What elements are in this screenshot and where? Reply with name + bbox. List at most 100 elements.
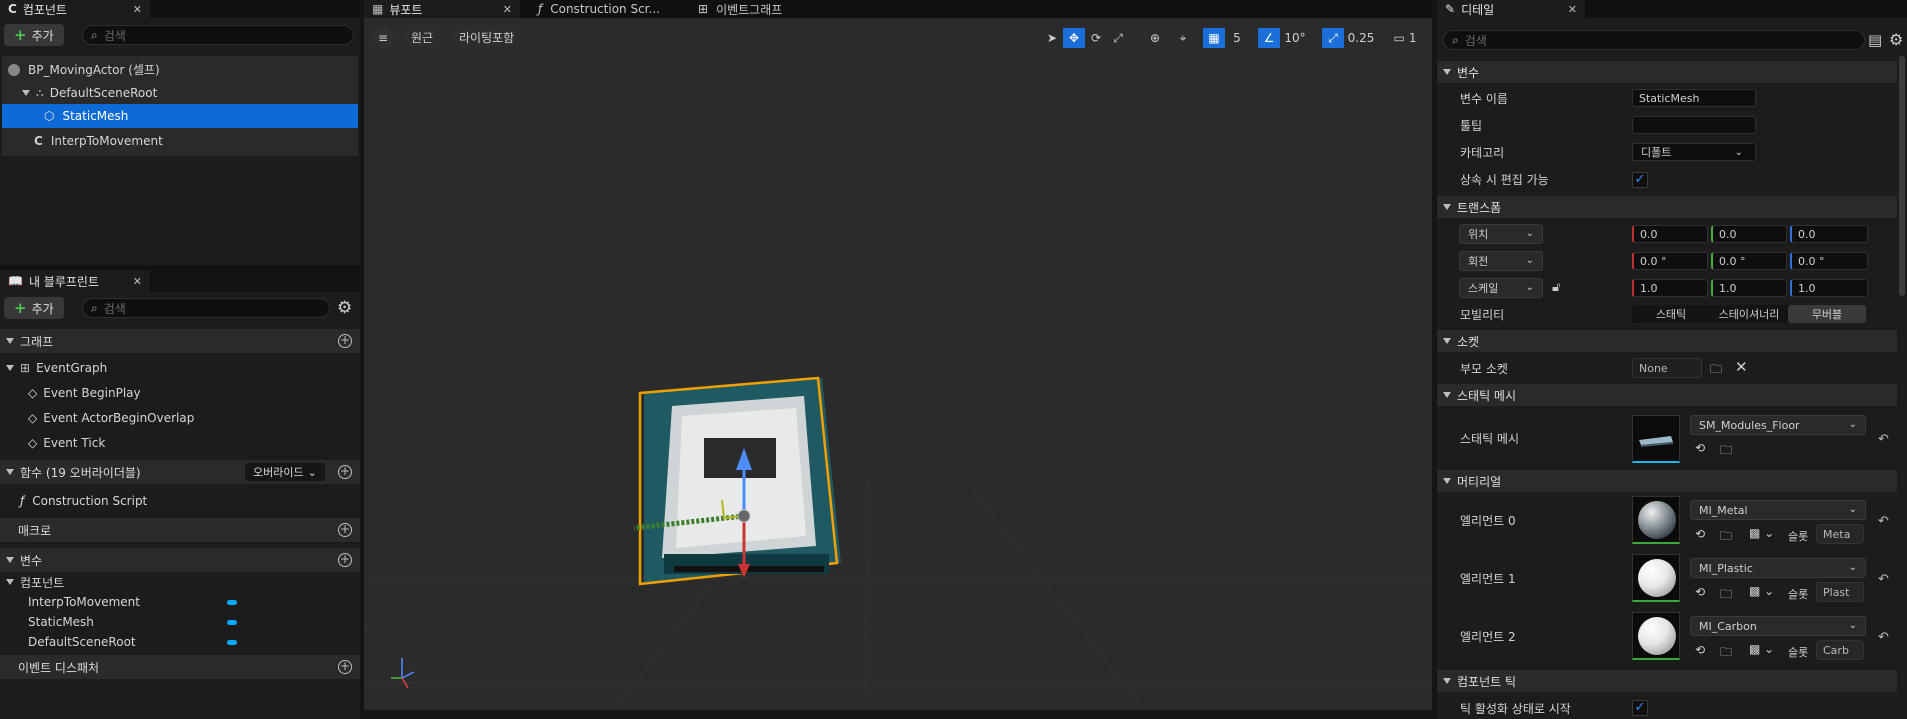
browse-asset-icon[interactable]: 🗀 bbox=[1720, 585, 1732, 606]
rotation-z-field[interactable]: 0.0 ° bbox=[1790, 252, 1868, 270]
material-thumbnail[interactable] bbox=[1632, 612, 1680, 660]
tooltip-field[interactable] bbox=[1632, 116, 1756, 134]
slot-name-field[interactable]: Carb bbox=[1816, 640, 1864, 660]
tab-event-graph[interactable]: ⊞ 이벤트그래프 bbox=[690, 0, 830, 18]
viewport-menu-icon[interactable]: ≡ bbox=[372, 27, 394, 49]
tab-components[interactable]: C 컴포넌트 ✕ bbox=[0, 0, 150, 18]
slot-name-field[interactable]: Plast bbox=[1816, 582, 1864, 602]
material-dropdown[interactable]: MI_Plastic ⌄ bbox=[1690, 558, 1866, 578]
checker-icon[interactable]: ▩ ⌄ bbox=[1749, 642, 1774, 656]
tab-construction-script[interactable]: ƒ Construction Scr... bbox=[530, 0, 690, 18]
mobility-static-option[interactable]: 스태틱 bbox=[1632, 305, 1710, 323]
scale-dropdown[interactable]: 스케일 ⌄ bbox=[1459, 278, 1543, 298]
viewport-canvas[interactable] bbox=[364, 18, 1432, 710]
translate-tool-button[interactable]: ✥ bbox=[1063, 28, 1085, 48]
gear-icon[interactable]: ⚙ bbox=[1889, 30, 1903, 49]
expand-icon[interactable] bbox=[6, 365, 14, 371]
inherit-edit-checkbox[interactable]: ✓ bbox=[1632, 172, 1648, 188]
location-dropdown[interactable]: 위치 ⌄ bbox=[1459, 224, 1543, 244]
components-search-input[interactable]: ⌕ 검색 bbox=[82, 25, 354, 45]
expand-icon[interactable] bbox=[6, 338, 14, 344]
material-dropdown[interactable]: MI_Metal ⌄ bbox=[1690, 500, 1866, 520]
checker-icon[interactable]: ▩ ⌄ bbox=[1749, 526, 1774, 540]
tab-details[interactable]: ✎ 디테일 ✕ bbox=[1437, 0, 1585, 18]
graphs-section-header[interactable]: 그래프 + bbox=[0, 329, 360, 353]
rotation-y-field[interactable]: 0.0 ° bbox=[1711, 252, 1787, 270]
grid-snap-value[interactable]: 5 bbox=[1225, 28, 1249, 48]
dispatchers-section-header[interactable]: 이벤트 디스패처 + bbox=[0, 655, 360, 679]
clear-icon[interactable]: ✕ bbox=[1735, 358, 1748, 376]
functions-section-header[interactable]: 함수 (19 오버라이더블) 오버라이드 ⌄ + bbox=[0, 460, 360, 484]
add-function-icon[interactable]: + bbox=[338, 465, 352, 479]
reset-icon[interactable]: ↶ bbox=[1878, 630, 1889, 645]
add-dispatcher-icon[interactable]: + bbox=[338, 660, 352, 674]
use-selected-icon[interactable]: ⟲ bbox=[1695, 585, 1705, 599]
add-macro-icon[interactable]: + bbox=[338, 523, 352, 537]
expand-icon[interactable] bbox=[1443, 392, 1451, 398]
chevron-down-icon[interactable]: ⌄ bbox=[1735, 147, 1743, 158]
variables-section-header[interactable]: 변수 + bbox=[0, 548, 360, 572]
scale-snap-toggle[interactable]: ⤢ bbox=[1322, 28, 1344, 48]
mobility-movable-option[interactable]: 무버블 bbox=[1788, 305, 1866, 323]
expand-icon[interactable] bbox=[6, 557, 14, 563]
browse-asset-icon[interactable]: 🗀 bbox=[1720, 441, 1732, 462]
rotation-snap-value[interactable]: 10° bbox=[1280, 28, 1310, 48]
scale-y-field[interactable]: 1.0 bbox=[1711, 279, 1787, 297]
expand-icon[interactable] bbox=[22, 89, 30, 96]
table-view-icon[interactable]: ▤ bbox=[1868, 31, 1882, 49]
materials-section-header[interactable]: 머티리얼 bbox=[1437, 470, 1897, 492]
use-selected-icon[interactable]: ⟲ bbox=[1695, 527, 1705, 541]
browse-asset-icon[interactable]: 🗀 bbox=[1720, 527, 1732, 548]
reset-icon[interactable]: ↶ bbox=[1878, 514, 1889, 529]
material-thumbnail[interactable] bbox=[1632, 496, 1680, 544]
expand-icon[interactable] bbox=[1443, 204, 1451, 210]
variable-section-header[interactable]: 변수 bbox=[1437, 61, 1897, 83]
coordinate-space-button[interactable]: ⊕ bbox=[1144, 28, 1166, 48]
add-graph-icon[interactable]: + bbox=[338, 334, 352, 348]
checker-icon[interactable]: ▩ ⌄ bbox=[1749, 584, 1774, 598]
start-tick-checkbox[interactable]: ✓ bbox=[1632, 700, 1648, 716]
location-x-field[interactable]: 0.0 bbox=[1632, 225, 1708, 243]
details-search-input[interactable]: ⌕ 검색 bbox=[1443, 30, 1865, 50]
close-icon[interactable]: ✕ bbox=[1568, 3, 1577, 16]
add-component-button[interactable]: + 추가 bbox=[4, 24, 64, 46]
tab-my-blueprint[interactable]: 📖 내 블루프린트 ✕ bbox=[0, 270, 150, 292]
expand-icon[interactable] bbox=[1443, 69, 1451, 75]
scale-z-field[interactable]: 1.0 bbox=[1790, 279, 1868, 297]
location-z-field[interactable]: 0.0 bbox=[1790, 225, 1868, 243]
material-dropdown[interactable]: MI_Carbon ⌄ bbox=[1690, 616, 1866, 636]
browse-asset-icon[interactable]: 🗀 bbox=[1720, 643, 1732, 664]
lighting-mode-button[interactable]: 라이팅포함 bbox=[451, 27, 523, 47]
static-mesh-dropdown[interactable]: SM_Modules_Floor ⌄ bbox=[1690, 415, 1866, 435]
rotation-snap-toggle[interactable]: ∠ bbox=[1258, 28, 1280, 48]
scale-snap-value[interactable]: 0.25 bbox=[1344, 28, 1378, 48]
add-variable-icon[interactable]: + bbox=[338, 553, 352, 567]
scale-tool-button[interactable]: ⤢ bbox=[1107, 28, 1129, 48]
expand-icon[interactable] bbox=[6, 579, 14, 585]
tree-item-scene-root[interactable]: ⛬ DefaultSceneRoot bbox=[2, 81, 358, 104]
expand-icon[interactable] bbox=[1443, 678, 1451, 684]
sockets-section-header[interactable]: 소켓 bbox=[1437, 330, 1897, 352]
reset-icon[interactable]: ↶ bbox=[1878, 572, 1889, 587]
details-scrollbar[interactable] bbox=[1899, 56, 1905, 296]
component-tick-section-header[interactable]: 컴포넌트 틱 bbox=[1437, 670, 1897, 692]
rotation-dropdown[interactable]: 회전 ⌄ bbox=[1459, 251, 1543, 271]
tree-item-interp[interactable]: C InterpToMovement bbox=[2, 129, 358, 152]
static-mesh-thumbnail[interactable] bbox=[1632, 415, 1680, 463]
expand-icon[interactable] bbox=[1443, 478, 1451, 484]
material-thumbnail[interactable] bbox=[1632, 554, 1680, 602]
use-selected-icon[interactable]: ⟲ bbox=[1695, 643, 1705, 657]
grid-snap-toggle[interactable]: ▦ bbox=[1203, 28, 1225, 48]
location-y-field[interactable]: 0.0 bbox=[1711, 225, 1787, 243]
mobility-stationary-option[interactable]: 스테이셔너리 bbox=[1710, 305, 1788, 323]
expand-icon[interactable] bbox=[1443, 338, 1451, 344]
scale-x-field[interactable]: 1.0 bbox=[1632, 279, 1708, 297]
variable-name-field[interactable]: StaticMesh bbox=[1632, 89, 1756, 107]
gear-icon[interactable]: ⚙ bbox=[337, 298, 352, 318]
parent-socket-field[interactable]: None bbox=[1632, 358, 1702, 378]
add-blueprint-member-button[interactable]: + 추가 bbox=[4, 297, 64, 319]
tree-item-static-mesh[interactable]: ⬡ StaticMesh bbox=[2, 104, 358, 128]
macros-section-header[interactable]: 매크로 + bbox=[0, 518, 360, 542]
browse-socket-icon[interactable]: 🗀 bbox=[1710, 360, 1722, 381]
transform-section-header[interactable]: 트랜스폼 bbox=[1437, 196, 1897, 218]
